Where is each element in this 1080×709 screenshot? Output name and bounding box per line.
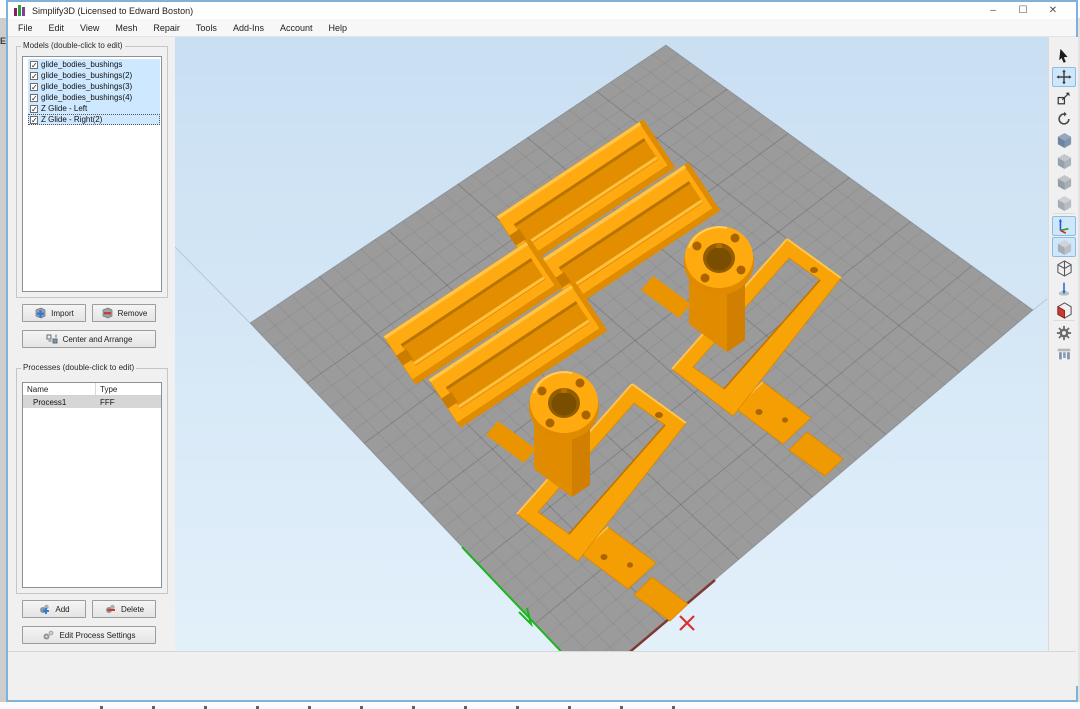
window-title: Simplify3D (Licensed to Edward Boston) bbox=[32, 6, 193, 16]
models-list[interactable]: ✓ glide_bodies_bushings ✓ glide_bodies_b… bbox=[22, 56, 162, 292]
add-gear-icon bbox=[38, 603, 51, 615]
model-item-label: Z Glide - Left bbox=[41, 104, 87, 113]
remove-box-icon bbox=[101, 307, 114, 319]
view-cube-side-icon[interactable] bbox=[1052, 151, 1076, 171]
model-list-item[interactable]: ✓ Z Glide - Left bbox=[28, 103, 160, 114]
process-col-name[interactable]: Name bbox=[23, 383, 96, 395]
solid-view-cube-icon[interactable] bbox=[1052, 237, 1076, 257]
checkbox-checked[interactable]: ✓ bbox=[30, 94, 38, 102]
model-list-item[interactable]: ✓ glide_bodies_bushings(4) bbox=[28, 92, 160, 103]
menu-edit[interactable]: Edit bbox=[41, 19, 73, 36]
close-button[interactable]: ✕ bbox=[1038, 2, 1068, 19]
rotate-tool-icon[interactable] bbox=[1052, 109, 1076, 129]
center-and-arrange-button[interactable]: Center and Arrange bbox=[22, 330, 156, 348]
menu-addins[interactable]: Add-Ins bbox=[225, 19, 272, 36]
simplify3d-window: Simplify3D (Licensed to Edward Boston) –… bbox=[6, 0, 1078, 702]
minimize-button[interactable]: – bbox=[978, 2, 1008, 19]
select-arrow-icon[interactable] bbox=[1052, 46, 1076, 66]
status-text bbox=[8, 651, 1076, 700]
checkbox-checked[interactable]: ✓ bbox=[30, 105, 38, 113]
process-row[interactable]: Process1 FFF bbox=[23, 396, 161, 408]
view-toolbar bbox=[1048, 37, 1078, 686]
gears-icon bbox=[42, 629, 55, 641]
center-arrange-label: Center and Arrange bbox=[63, 335, 133, 344]
model-list-item[interactable]: ✓ glide_bodies_bushings bbox=[28, 59, 160, 70]
processes-table[interactable]: Name Type Process1 FFF bbox=[22, 382, 162, 588]
model-item-label: Z Glide - Right(2) bbox=[41, 115, 102, 124]
edit-process-label: Edit Process Settings bbox=[59, 631, 135, 640]
toolbar-separator bbox=[1053, 213, 1075, 214]
app-logo-icon bbox=[14, 5, 25, 16]
model-list-item[interactable]: ✓ glide_bodies_bushings(3) bbox=[28, 81, 160, 92]
menu-repair[interactable]: Repair bbox=[145, 19, 188, 36]
add-label: Add bbox=[55, 605, 69, 614]
edit-process-settings-button[interactable]: Edit Process Settings bbox=[22, 626, 156, 644]
supports-icon[interactable] bbox=[1052, 344, 1076, 364]
model-list-item[interactable]: ✓ glide_bodies_bushings(2) bbox=[28, 70, 160, 81]
model-list-item[interactable]: ✓ Z Glide - Right(2) bbox=[28, 114, 160, 125]
remove-button[interactable]: Remove bbox=[92, 304, 156, 322]
model-item-label: glide_bodies_bushings(3) bbox=[41, 82, 132, 91]
processes-groupbox-title: Processes (double-click to edit) bbox=[21, 363, 136, 372]
delete-label: Delete bbox=[121, 605, 144, 614]
gear-icon[interactable] bbox=[1052, 323, 1076, 343]
models-groupbox-title: Models (double-click to edit) bbox=[21, 41, 125, 50]
background-bottom-sliver bbox=[0, 702, 1080, 709]
menu-view[interactable]: View bbox=[72, 19, 107, 36]
axes-icon[interactable] bbox=[1052, 216, 1076, 236]
toolbar-separator bbox=[1053, 320, 1075, 321]
checkbox-checked[interactable]: ✓ bbox=[30, 116, 38, 124]
maximize-button[interactable]: ☐ bbox=[1008, 2, 1038, 19]
menu-account[interactable]: Account bbox=[272, 19, 321, 36]
model-item-label: glide_bodies_bushings bbox=[41, 60, 122, 69]
checkbox-checked[interactable]: ✓ bbox=[30, 61, 38, 69]
process-name: Process1 bbox=[23, 396, 96, 408]
import-label: Import bbox=[51, 309, 74, 318]
wireframe-cube-icon[interactable] bbox=[1052, 258, 1076, 278]
delete-gear-icon bbox=[104, 603, 117, 615]
remove-label: Remove bbox=[118, 309, 148, 318]
menu-help[interactable]: Help bbox=[321, 19, 356, 36]
screen: E Simplify3D (Licensed to Edward Boston)… bbox=[0, 0, 1080, 709]
pin-icon[interactable] bbox=[1052, 279, 1076, 299]
status-bar bbox=[8, 651, 1076, 700]
view-cube-iso-icon[interactable] bbox=[1052, 193, 1076, 213]
cross-section-cube-icon[interactable] bbox=[1052, 300, 1076, 320]
view-cube-front-icon[interactable] bbox=[1052, 130, 1076, 150]
import-button[interactable]: Import bbox=[22, 304, 86, 322]
3d-viewport[interactable] bbox=[175, 37, 1048, 686]
delete-process-button[interactable]: Delete bbox=[92, 600, 156, 618]
add-process-button[interactable]: Add bbox=[22, 600, 86, 618]
model-item-label: glide_bodies_bushings(4) bbox=[41, 93, 132, 102]
arrange-icon bbox=[46, 333, 59, 345]
move-tool-icon[interactable] bbox=[1052, 67, 1076, 87]
scale-tool-icon[interactable] bbox=[1052, 88, 1076, 108]
menu-tools[interactable]: Tools bbox=[188, 19, 225, 36]
import-box-icon bbox=[34, 307, 47, 319]
process-col-type[interactable]: Type bbox=[96, 383, 117, 395]
title-bar[interactable]: Simplify3D (Licensed to Edward Boston) –… bbox=[8, 2, 1076, 19]
menu-file[interactable]: File bbox=[8, 19, 41, 36]
process-type: FFF bbox=[96, 396, 115, 408]
model-item-label: glide_bodies_bushings(2) bbox=[41, 71, 132, 80]
checkbox-checked[interactable]: ✓ bbox=[30, 72, 38, 80]
checkbox-checked[interactable]: ✓ bbox=[30, 83, 38, 91]
menu-mesh[interactable]: Mesh bbox=[107, 19, 145, 36]
view-cube-top-icon[interactable] bbox=[1052, 172, 1076, 192]
menu-bar: File Edit View Mesh Repair Tools Add-Ins… bbox=[8, 19, 1076, 37]
